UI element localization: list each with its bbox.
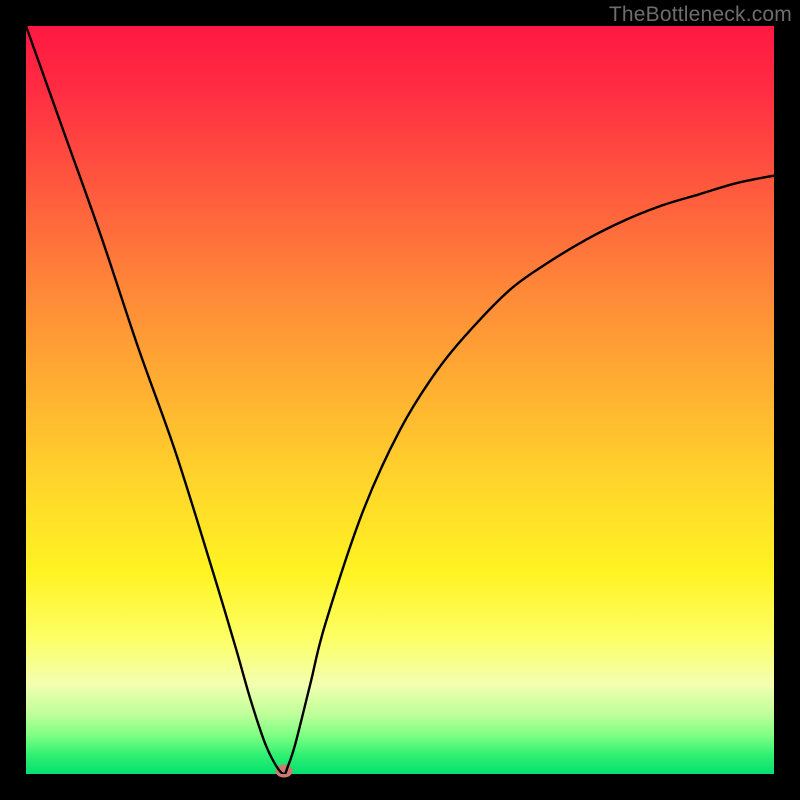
chart-frame: TheBottleneck.com	[0, 0, 800, 800]
watermark-text: TheBottleneck.com	[609, 3, 792, 27]
curve-path	[26, 26, 774, 774]
bottleneck-curve	[26, 26, 774, 774]
plot-area	[26, 26, 774, 774]
